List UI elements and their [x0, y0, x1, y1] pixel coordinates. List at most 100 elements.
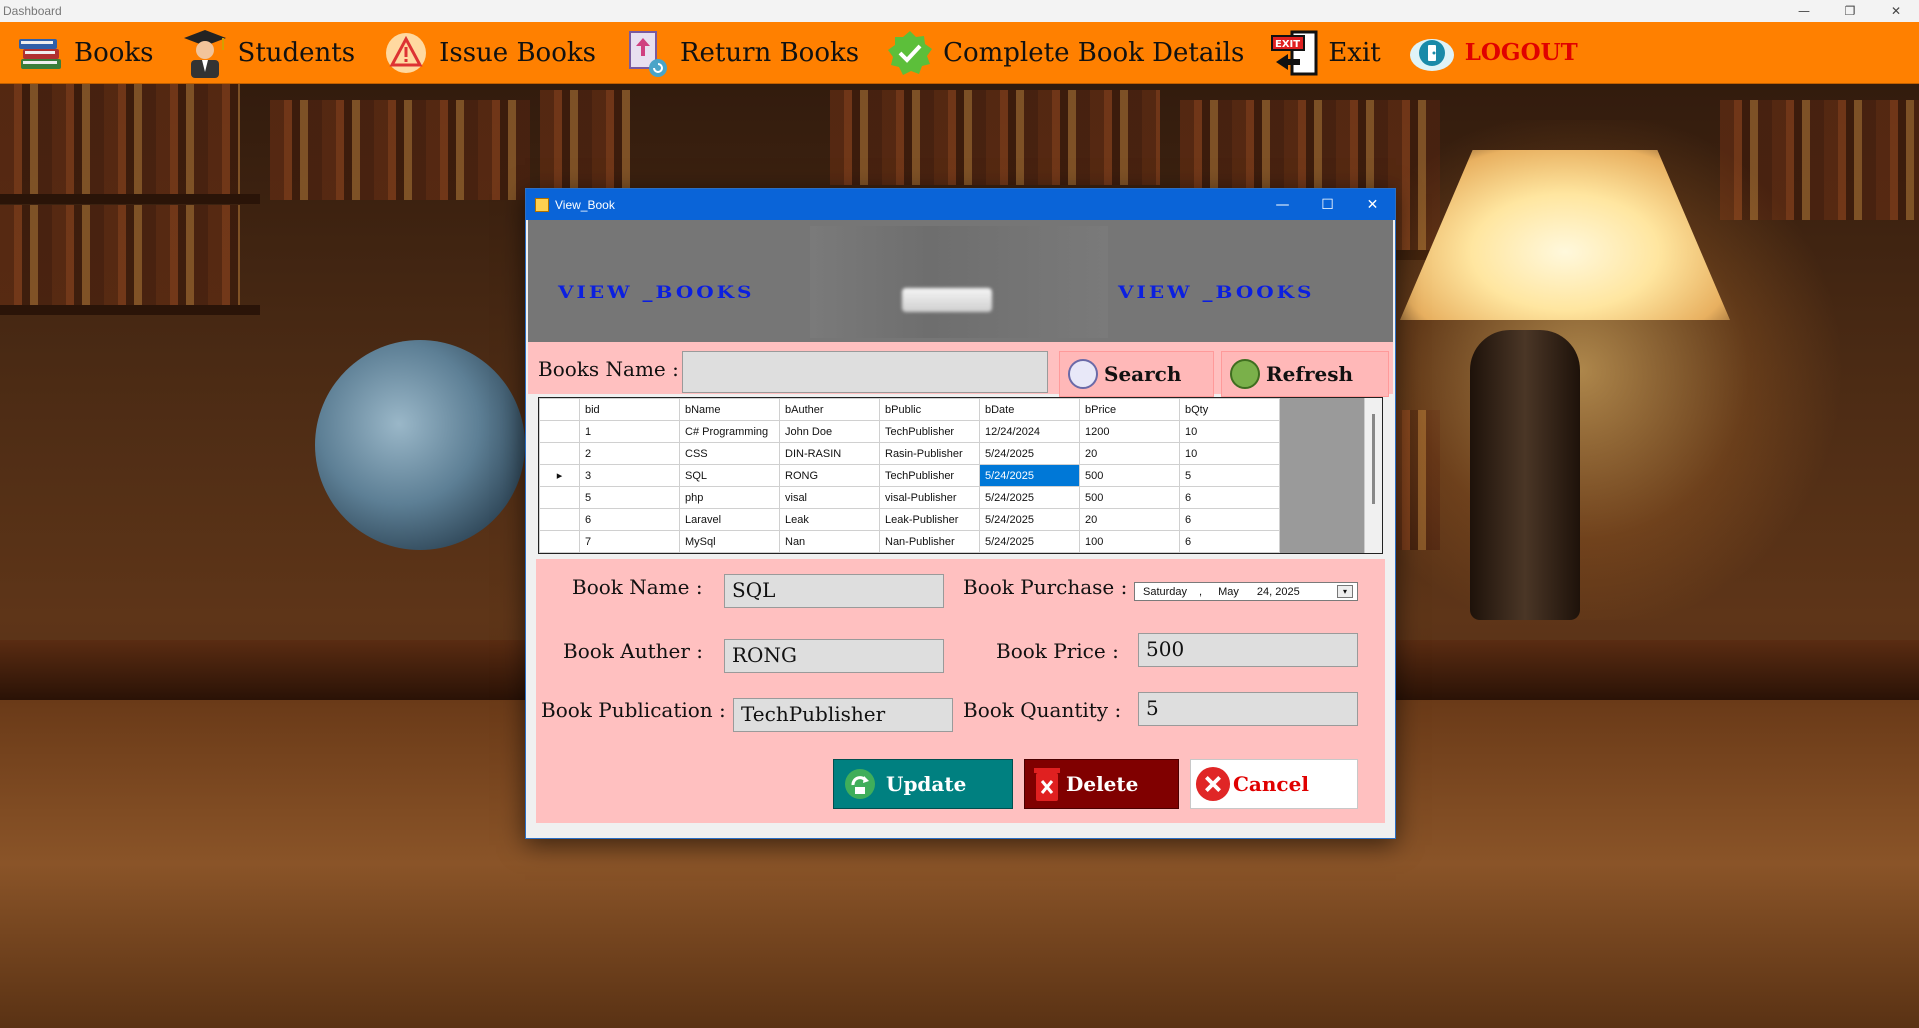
refresh-button[interactable]: Refresh	[1221, 351, 1389, 397]
dialog-banner: VIEW _BOOKS VIEW _BOOKS	[528, 220, 1393, 342]
menu-logout-label: LOGOUT	[1464, 39, 1578, 66]
table-cell[interactable]: visal	[779, 486, 880, 509]
table-cell[interactable]: Leak-Publisher	[879, 508, 980, 531]
table-cell[interactable]: 6	[1179, 530, 1280, 553]
restore-icon[interactable]: ❐	[1827, 0, 1873, 22]
menu-return-books[interactable]: Return Books	[622, 22, 859, 84]
table-row[interactable]: 2 CSS DIN-RASIN Rasin-Publisher 5/24/202…	[539, 442, 1280, 465]
column-header[interactable]: bName	[679, 398, 780, 421]
book-purchase-datepicker[interactable]: Saturday , May 24, 2025 ▾	[1134, 582, 1358, 601]
column-header[interactable]: bAuther	[779, 398, 880, 421]
table-cell[interactable]: TechPublisher	[879, 420, 980, 443]
search-button[interactable]: Search	[1059, 351, 1214, 397]
svg-text:EXIT: EXIT	[1275, 39, 1300, 50]
book-name-field[interactable]: SQL	[724, 574, 944, 608]
table-cell[interactable]: php	[679, 486, 780, 509]
table-cell-selected[interactable]: 5/24/2025	[979, 464, 1080, 487]
table-cell[interactable]: C# Programming	[679, 420, 780, 443]
column-header[interactable]: bQty	[1179, 398, 1280, 421]
table-cell[interactable]: DIN-RASIN	[779, 442, 880, 465]
refresh-icon	[1230, 359, 1260, 389]
table-cell[interactable]: MySql	[679, 530, 780, 553]
dialog-close-icon[interactable]: ✕	[1350, 189, 1395, 220]
table-cell[interactable]: CSS	[679, 442, 780, 465]
table-cell[interactable]: 20	[1079, 442, 1180, 465]
dialog-maximize-icon[interactable]: ☐	[1305, 189, 1350, 220]
delete-button[interactable]: Delete	[1024, 759, 1179, 809]
table-cell[interactable]: TechPublisher	[879, 464, 980, 487]
menu-issue-books-label: Issue Books	[439, 37, 596, 68]
column-header[interactable]: bDate	[979, 398, 1080, 421]
table-cell[interactable]: 5/24/2025	[979, 486, 1080, 509]
column-header[interactable]: bPublic	[879, 398, 980, 421]
books-name-search-input[interactable]	[682, 351, 1048, 393]
table-cell[interactable]: 500	[1079, 464, 1180, 487]
row-pointer-icon[interactable]: ▸	[539, 464, 580, 487]
purchase-day: Saturday	[1143, 585, 1188, 598]
row-header[interactable]	[539, 508, 580, 531]
row-header[interactable]	[539, 486, 580, 509]
book-price-label: Book Price :	[996, 639, 1119, 663]
table-cell[interactable]: Rasin-Publisher	[879, 442, 980, 465]
table-cell[interactable]: SQL	[679, 464, 780, 487]
book-quantity-field[interactable]: 5	[1138, 692, 1358, 726]
table-cell[interactable]: 500	[1079, 486, 1180, 509]
table-cell[interactable]: 1	[579, 420, 680, 443]
menu-books[interactable]: Books	[16, 22, 154, 84]
cancel-button[interactable]: Cancel	[1190, 759, 1358, 809]
table-cell[interactable]: Leak	[779, 508, 880, 531]
book-name-label: Book Name :	[572, 575, 703, 599]
menu-logout[interactable]: LOGOUT	[1407, 22, 1578, 84]
table-cell[interactable]: visal-Publisher	[879, 486, 980, 509]
table-row[interactable]: 6 Laravel Leak Leak-Publisher 5/24/2025 …	[539, 508, 1280, 531]
table-cell[interactable]: 20	[1079, 508, 1180, 531]
table-row[interactable]: 7 MySql Nan Nan-Publisher 5/24/2025 100 …	[539, 530, 1280, 553]
table-row[interactable]: 5 php visal visal-Publisher 5/24/2025 50…	[539, 486, 1280, 509]
books-data-grid[interactable]: bid bName bAuther bPublic bDate bPrice b…	[538, 397, 1383, 554]
book-auther-field[interactable]: RONG	[724, 639, 944, 673]
table-cell[interactable]: Nan	[779, 530, 880, 553]
book-publication-field[interactable]: TechPublisher	[733, 698, 953, 732]
table-cell[interactable]: 1200	[1079, 420, 1180, 443]
table-cell[interactable]: 100	[1079, 530, 1180, 553]
table-cell[interactable]: John Doe	[779, 420, 880, 443]
table-row-selected[interactable]: ▸ 3 SQL RONG TechPublisher 5/24/2025 500…	[539, 464, 1280, 487]
close-icon[interactable]: ✕	[1873, 0, 1919, 22]
row-header[interactable]	[539, 420, 580, 443]
table-cell[interactable]: 10	[1179, 420, 1280, 443]
dialog-minimize-icon[interactable]: —	[1260, 189, 1305, 220]
table-cell[interactable]: 12/24/2024	[979, 420, 1080, 443]
table-row[interactable]: 1 C# Programming John Doe TechPublisher …	[539, 420, 1280, 443]
menu-students[interactable]: Students	[180, 22, 355, 84]
table-cell[interactable]: 7	[579, 530, 680, 553]
table-cell[interactable]: 6	[579, 508, 680, 531]
calendar-dropdown-icon[interactable]: ▾	[1337, 585, 1353, 598]
menu-complete-book-details-label: Complete Book Details	[943, 37, 1245, 68]
table-cell[interactable]: Laravel	[679, 508, 780, 531]
menu-exit[interactable]: EXIT Exit	[1270, 22, 1381, 84]
table-cell[interactable]: Nan-Publisher	[879, 530, 980, 553]
table-cell[interactable]: 5	[579, 486, 680, 509]
book-price-field[interactable]: 500	[1138, 633, 1358, 667]
column-header[interactable]: bPrice	[1079, 398, 1180, 421]
table-cell[interactable]: 5/24/2025	[979, 508, 1080, 531]
row-header[interactable]	[539, 442, 580, 465]
row-header[interactable]	[539, 530, 580, 553]
table-cell[interactable]: 2	[579, 442, 680, 465]
banner-title-left: VIEW _BOOKS	[558, 281, 755, 303]
table-cell[interactable]: 3	[579, 464, 680, 487]
table-cell[interactable]: 5/24/2025	[979, 442, 1080, 465]
table-cell[interactable]: 10	[1179, 442, 1280, 465]
grid-vertical-scrollbar[interactable]	[1364, 398, 1382, 553]
menu-books-label: Books	[74, 37, 154, 68]
table-cell[interactable]: 5/24/2025	[979, 530, 1080, 553]
update-button[interactable]: Update	[833, 759, 1013, 809]
table-cell[interactable]: RONG	[779, 464, 880, 487]
menu-complete-book-details[interactable]: Complete Book Details	[885, 22, 1244, 84]
column-header[interactable]: bid	[579, 398, 680, 421]
minimize-icon[interactable]: —	[1781, 0, 1827, 22]
menu-issue-books[interactable]: Issue Books	[381, 22, 596, 84]
table-cell[interactable]: 5	[1179, 464, 1280, 487]
table-cell[interactable]: 6	[1179, 486, 1280, 509]
table-cell[interactable]: 6	[1179, 508, 1280, 531]
